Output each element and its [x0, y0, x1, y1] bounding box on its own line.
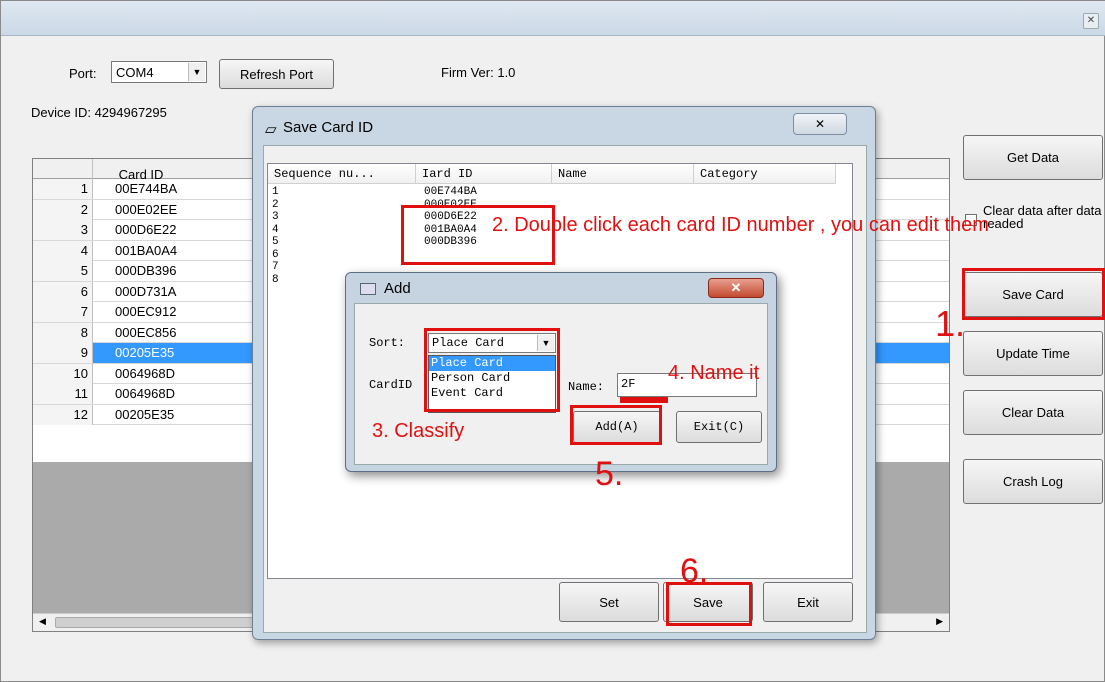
row-card-id: 000D731A	[115, 283, 177, 299]
port-select[interactable]: COM4 ▼	[111, 61, 207, 83]
step-3-label: 3. Classify	[372, 420, 465, 442]
sequence-number[interactable]: 5	[272, 236, 279, 248]
sequence-number[interactable]: 3	[272, 211, 279, 223]
col-category[interactable]: Category	[694, 164, 836, 184]
row-card-id: 000EC912	[115, 304, 177, 319]
port-value: COM4	[116, 65, 154, 80]
row-card-id: 0064968D	[115, 386, 175, 401]
set-button[interactable]: Set	[559, 582, 659, 622]
row-number: 5	[33, 261, 93, 281]
clear-data-button[interactable]: Clear Data	[963, 390, 1103, 435]
name-underline	[620, 397, 668, 403]
highlight-classify	[424, 328, 560, 412]
row-number: 9	[33, 343, 93, 363]
step-2-label: 2. Double click each card ID number , yo…	[492, 214, 989, 236]
highlight-add-button	[570, 405, 662, 445]
add-exit-button[interactable]: Exit(C)	[676, 411, 762, 443]
add-dialog-title: Add	[384, 280, 411, 297]
exit-button[interactable]: Exit	[763, 582, 853, 622]
get-data-button[interactable]: Get Data	[963, 135, 1103, 180]
scroll-thumb[interactable]	[55, 617, 255, 628]
add-dialog-close-icon[interactable]: ✕	[708, 278, 764, 298]
row-number: 8	[33, 322, 93, 343]
col-name[interactable]: Name	[552, 164, 694, 184]
firmware-version: Firm Ver: 1.0	[441, 65, 516, 80]
refresh-port-button[interactable]: Refresh Port	[219, 59, 334, 89]
row-card-id: 000D6E22	[115, 222, 177, 237]
sequence-number[interactable]: 8	[272, 274, 279, 286]
card-icon: ▱	[265, 121, 277, 138]
step-4-label: 4. Name it	[668, 362, 760, 384]
sequence-number[interactable]: 7	[272, 261, 279, 273]
col-card-id[interactable]: Iard ID	[416, 164, 552, 184]
cardid-label: CardID	[369, 378, 413, 392]
row-number: 12	[33, 404, 93, 425]
row-number: 10	[33, 363, 93, 384]
window-close-icon[interactable]: ✕	[1083, 13, 1099, 29]
sort-label: Sort:	[369, 336, 406, 350]
title-bar	[1, 1, 1105, 36]
save-dialog-title: Save Card ID	[283, 119, 374, 136]
save-dialog-close-icon[interactable]: ✕	[793, 113, 847, 135]
port-label: Port:	[69, 66, 97, 81]
chevron-down-icon[interactable]: ▼	[188, 63, 205, 81]
row-number: 3	[33, 220, 93, 240]
device-id: Device ID: 4294967295	[31, 105, 167, 120]
sequence-number[interactable]: 1	[272, 186, 279, 198]
row-card-id: 00E744BA	[115, 181, 178, 196]
row-number: 7	[33, 302, 93, 322]
highlight-save-button	[666, 582, 752, 626]
step-6-label: 6.	[680, 552, 709, 590]
row-card-id: 001BA0A4	[115, 242, 178, 258]
row-number: 6	[33, 281, 93, 302]
step-5-label: 5.	[595, 455, 624, 493]
name-value: 2F	[621, 377, 636, 391]
col-sequence[interactable]: Sequence nu...	[268, 164, 416, 184]
row-card-id: 000DB396	[115, 263, 177, 278]
clear-after-label: Clear data after data readed	[983, 203, 1102, 231]
highlight-save-card	[962, 268, 1105, 320]
sequence-number[interactable]: 4	[272, 224, 279, 236]
row-number: 4	[33, 240, 93, 261]
sequence-card-id[interactable]: 00E744BA	[424, 186, 477, 198]
crash-log-button[interactable]: Crash Log	[963, 459, 1103, 504]
row-number: 11	[33, 384, 93, 404]
row-card-id: 000E02EE	[115, 201, 178, 217]
row-card-id: 00205E35	[115, 345, 175, 360]
sequence-number[interactable]: 2	[272, 199, 279, 211]
sequence-number[interactable]: 6	[272, 249, 279, 261]
row-card-id: 000EC856	[115, 324, 177, 340]
row-card-id: 0064968D	[115, 365, 175, 381]
row-number: 1	[33, 179, 93, 199]
scroll-left-icon[interactable]: ◀	[39, 616, 46, 627]
update-time-button[interactable]: Update Time	[963, 331, 1103, 376]
step-1-label: 1.	[935, 303, 966, 344]
app-icon	[360, 283, 376, 295]
name-label: Name:	[568, 380, 605, 394]
row-card-id: 00205E35	[115, 406, 175, 422]
scroll-right-icon[interactable]: ▶	[936, 616, 943, 627]
row-number: 2	[33, 199, 93, 220]
